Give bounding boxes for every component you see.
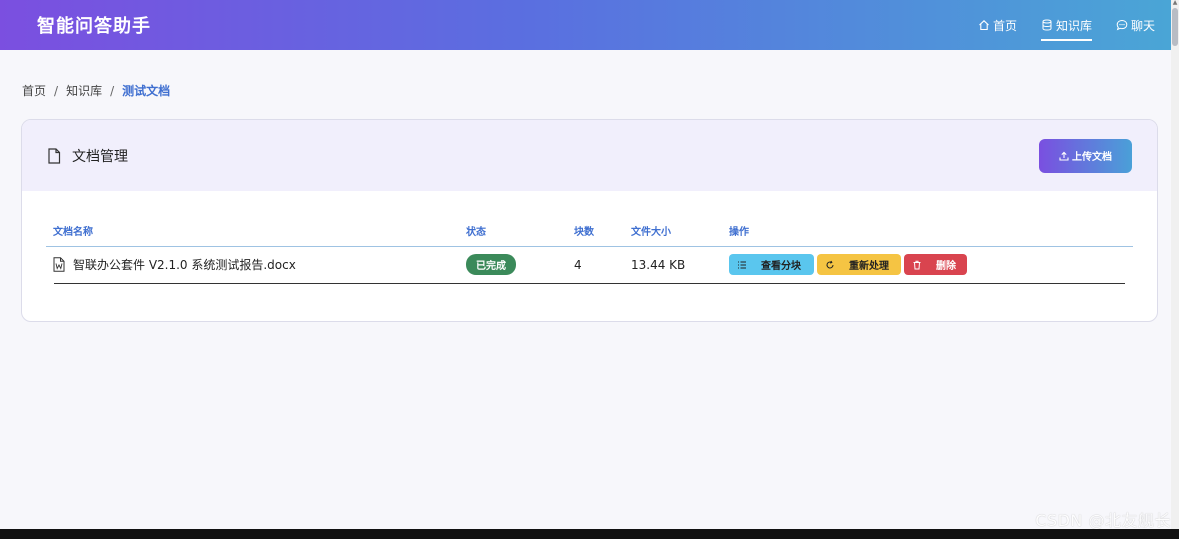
word-document-icon [53, 257, 65, 272]
nav-item-label: 聊天 [1130, 18, 1155, 33]
card-title: 文档管理 [47, 146, 128, 166]
column-header-actions: 操作 [722, 216, 1133, 247]
view-chunks-button[interactable]: 查看分块 [729, 254, 814, 276]
breadcrumb-knowledge-base[interactable]: 知识库 [66, 82, 102, 99]
document-management-card: 文档管理 上传文档 文档名称 状态 块数 文件大小 操作 智联办公套件 V2.1… [21, 119, 1158, 322]
breadcrumb: 首页 / 知识库 / 测试文档 [22, 82, 170, 99]
delete-button[interactable]: 删除 [904, 254, 967, 276]
scroll-up-arrow-icon[interactable]: ▲ [1172, 0, 1178, 6]
nav-item-label: 知识库 [1055, 18, 1092, 33]
cell-status: 已完成 [459, 246, 567, 283]
table-header-row: 文档名称 状态 块数 文件大小 操作 [46, 216, 1133, 247]
status-badge: 已完成 [466, 254, 516, 276]
breadcrumb-separator: / [54, 83, 59, 98]
chat-icon [1116, 19, 1128, 31]
cell-document-name: 智联办公套件 V2.1.0 系统测试报告.docx [46, 246, 459, 283]
bottom-bar [0, 529, 1179, 539]
database-icon [1042, 19, 1052, 31]
nav-item-chat[interactable]: 聊天 [1116, 12, 1155, 38]
column-header-status: 状态 [459, 216, 567, 247]
breadcrumb-home[interactable]: 首页 [22, 82, 46, 99]
card-title-text: 文档管理 [72, 148, 128, 165]
delete-label: 删除 [936, 261, 956, 273]
view-chunks-label: 查看分块 [761, 261, 801, 273]
row-divider [54, 283, 1125, 284]
cell-size: 13.44 KB [631, 257, 686, 272]
upload-document-label: 上传文档 [1072, 152, 1112, 163]
nav-item-knowledge-base[interactable]: 知识库 [1040, 12, 1092, 41]
page-scrollbar[interactable]: ▲ [1171, 0, 1179, 539]
upload-icon [1059, 151, 1069, 161]
document-name: 智联办公套件 V2.1.0 系统测试报告.docx [73, 258, 296, 273]
documents-table: 文档名称 状态 块数 文件大小 操作 智联办公套件 V2.1.0 系统测试报告.… [46, 216, 1133, 284]
list-icon [738, 261, 746, 269]
card-header: 文档管理 上传文档 [22, 120, 1157, 191]
reprocess-button[interactable]: 重新处理 [817, 254, 901, 276]
main-nav: 首页 知识库 聊天 [954, 0, 1155, 50]
scroll-thumb[interactable] [1172, 8, 1178, 46]
file-icon [48, 147, 61, 164]
breadcrumb-current: 测试文档 [122, 84, 171, 98]
watermark: CSDN @北友舰长 [1035, 511, 1171, 530]
top-navbar: 智能问答助手 首页 知识库 聊天 [0, 0, 1179, 50]
column-header-name: 文档名称 [46, 216, 459, 247]
table-row: 智联办公套件 V2.1.0 系统测试报告.docx 已完成 4 13.44 KB… [46, 246, 1133, 283]
home-icon [979, 20, 989, 31]
refresh-icon [826, 260, 834, 269]
breadcrumb-separator: / [110, 83, 115, 98]
column-header-size: 文件大小 [624, 216, 722, 247]
upload-document-button[interactable]: 上传文档 [1039, 138, 1132, 173]
reprocess-label: 重新处理 [849, 261, 889, 273]
nav-item-label: 首页 [992, 18, 1017, 33]
brand-title: 智能问答助手 [37, 16, 151, 37]
trash-icon [913, 260, 921, 270]
cell-actions: 查看分块 重新处理 删除 [722, 246, 1133, 283]
cell-chunks: 4 [574, 257, 582, 272]
nav-item-home[interactable]: 首页 [978, 12, 1017, 38]
column-header-chunks: 块数 [567, 216, 624, 247]
